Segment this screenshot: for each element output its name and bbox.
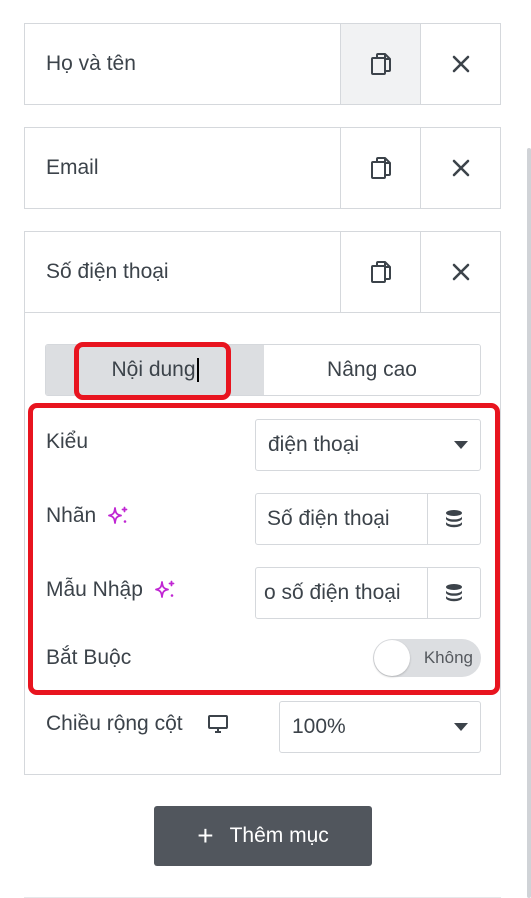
item-header: Họ và tên <box>25 24 500 104</box>
chevron-down-icon <box>454 723 468 731</box>
column-width-label-text: Chiều rộng cột <box>46 712 183 735</box>
item-settings-panel: Nội dung Nâng cao Kiểu điện thoại Nhãn S… <box>25 312 500 774</box>
column-width-value: 100% <box>292 715 346 738</box>
desktop-icon[interactable] <box>207 714 229 734</box>
highlight-box-tab <box>74 342 231 400</box>
copy-icon <box>370 156 392 180</box>
duplicate-button[interactable] <box>340 232 420 312</box>
close-icon <box>451 262 471 282</box>
duplicate-button[interactable] <box>340 24 420 104</box>
repeater-item-name: Họ và tên <box>24 23 501 105</box>
close-icon <box>451 158 471 178</box>
copy-icon <box>370 260 392 284</box>
plus-icon: + <box>197 820 214 851</box>
add-item-label: Thêm mục <box>229 824 329 847</box>
item-title[interactable]: Email <box>25 128 340 208</box>
item-title[interactable]: Họ và tên <box>25 24 340 104</box>
remove-button[interactable] <box>420 232 500 312</box>
duplicate-button[interactable] <box>340 128 420 208</box>
item-header: Email <box>25 128 500 208</box>
add-item-button[interactable]: + Thêm mục <box>154 806 372 866</box>
scrollbar[interactable] <box>527 148 531 898</box>
copy-icon <box>370 52 392 76</box>
close-icon <box>451 54 471 74</box>
item-title[interactable]: Số điện thoại <box>25 232 340 312</box>
remove-button[interactable] <box>420 128 500 208</box>
column-width-label: Chiều rộng cột <box>46 709 229 739</box>
column-width-select[interactable]: 100% <box>279 701 481 753</box>
highlight-box-fields <box>28 403 500 695</box>
remove-button[interactable] <box>420 24 500 104</box>
item-header: Số điện thoại <box>25 232 500 312</box>
repeater-item-email: Email <box>24 127 501 209</box>
repeater-item-phone: Số điện thoại Nội dung Nâng cao Kiểu điệ… <box>24 231 501 775</box>
tab-advanced[interactable]: Nâng cao <box>264 345 480 395</box>
